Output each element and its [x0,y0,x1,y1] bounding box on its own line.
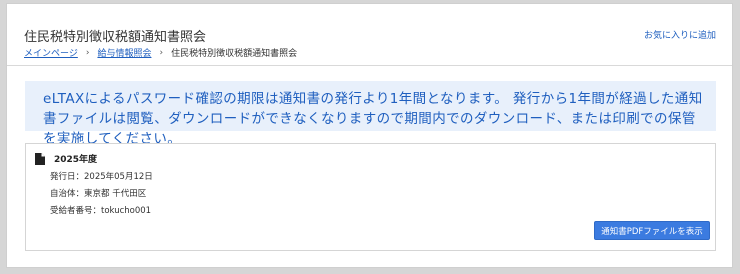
app-window: 住民税特別徴収税額通知書照会 メインページ › 給与情報照会 › 住民税特別徴収… [6,3,733,268]
issue-date: 発行日：2025年05月12日 [50,172,153,182]
notice-text: eLTAXによるパスワード確認の期限は通知書の発行より1年間となります。 発行か… [43,91,703,147]
add-favorite-link[interactable]: お気に入りに追加 [644,28,716,41]
breadcrumb: メインページ › 給与情報照会 › 住民税特別徴収税額通知書照会 [24,46,298,60]
show-pdf-button[interactable]: 通知書PDFファイルを表示 [594,221,710,240]
document-icon [35,152,45,165]
chevron-right-icon: › [85,47,90,58]
page-header: 住民税特別徴収税額通知書照会 メインページ › 給与情報照会 › 住民税特別徴収… [7,4,732,66]
breadcrumb-salary-link[interactable]: 給与情報照会 [97,46,151,59]
fiscal-year: 2025年度 [54,155,98,165]
chevron-right-icon: › [159,47,164,58]
notice-document-card: 2025年度 発行日：2025年05月12日 自治体：東京都 千代田区 受給者番… [25,143,716,251]
recipient-number: 受給者番号：tokucho001 [50,206,152,216]
breadcrumb-current: 住民税特別徴収税額通知書照会 [171,49,298,59]
password-expiry-notice: eLTAXによるパスワード確認の期限は通知書の発行より1年間となります。 発行か… [25,81,716,147]
breadcrumb-home-link[interactable]: メインページ [24,46,78,59]
card-header: 2025年度 [35,152,97,165]
municipality: 自治体：東京都 千代田区 [50,189,147,199]
page-title: 住民税特別徴収税額通知書照会 [24,30,207,45]
